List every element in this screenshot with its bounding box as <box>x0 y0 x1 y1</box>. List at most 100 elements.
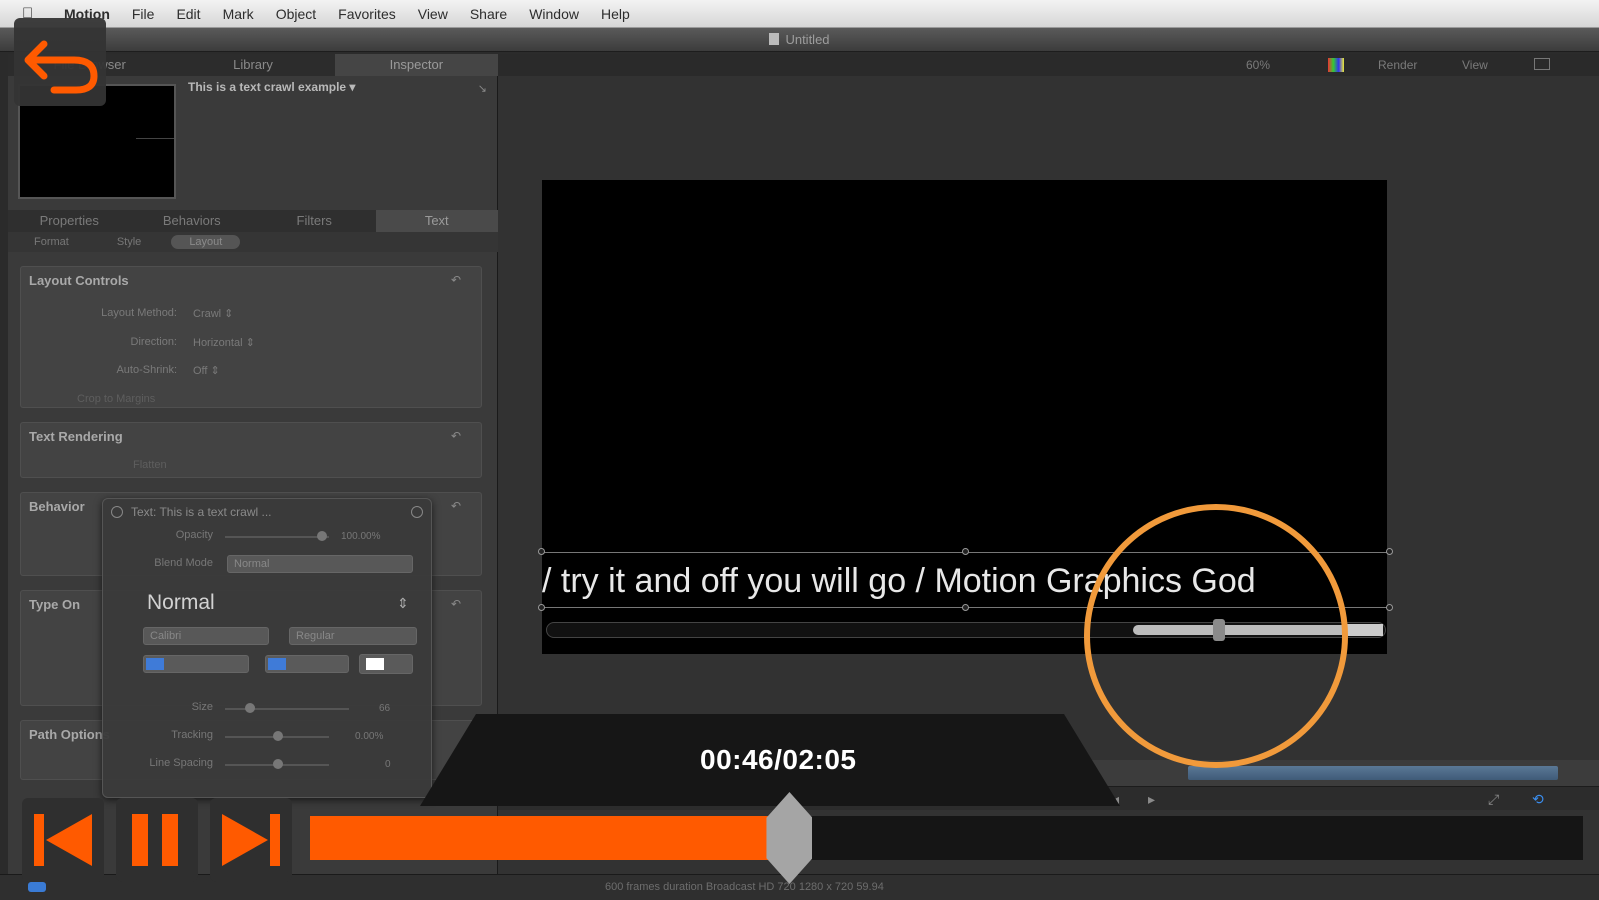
reset-icon[interactable]: ↶ <box>451 429 461 443</box>
justify-icon[interactable] <box>218 658 236 670</box>
layer-name: This is a text crawl example ▾ <box>188 80 356 94</box>
menu-file[interactable]: File <box>132 6 155 22</box>
color-channels-icon[interactable] <box>1328 58 1344 72</box>
tab-text[interactable]: Text <box>375 210 498 232</box>
opacity-label: Opacity <box>175 529 213 541</box>
document-icon <box>769 33 780 45</box>
skip-back-button[interactable] <box>22 798 104 882</box>
auto-shrink-popup[interactable]: Off ⇕ <box>193 364 220 377</box>
tab-properties[interactable]: Properties <box>8 210 131 232</box>
layer-name-text: This is a text crawl example <box>188 80 347 94</box>
font-weight-popup[interactable]: Regular <box>289 627 417 645</box>
bbox-handle-bottom-center[interactable] <box>962 604 969 611</box>
fullscreen-icon[interactable]: ⤢ <box>1488 791 1499 808</box>
zoom-level-popup[interactable]: 60% <box>1246 58 1270 72</box>
alignment-buttons[interactable] <box>143 655 249 673</box>
bbox-handle-top-center[interactable] <box>962 548 969 555</box>
vertical-alignment-buttons[interactable] <box>265 655 349 673</box>
opacity-value[interactable]: 100.00% <box>341 531 380 542</box>
line-spacing-slider-knob[interactable] <box>273 759 283 769</box>
size-value[interactable]: 66 <box>379 703 390 714</box>
tab-behaviors[interactable]: Behaviors <box>131 210 254 232</box>
menu-share[interactable]: Share <box>470 6 507 22</box>
inspector-tabs: Properties Behaviors Filters Text <box>8 210 498 232</box>
blend-mode-popup[interactable]: Normal <box>227 555 413 573</box>
layout-method-popup[interactable]: Crawl ⇕ <box>193 307 233 320</box>
video-progress-played <box>310 816 779 860</box>
font-style-popup[interactable]: Normal <box>147 591 215 615</box>
bbox-handle-bottom-left[interactable] <box>538 604 545 611</box>
pause-button[interactable] <box>116 798 198 882</box>
menu-help[interactable]: Help <box>601 6 630 22</box>
skip-back-icon <box>34 814 92 866</box>
step-buttons[interactable] <box>1347 624 1383 636</box>
menu-favorites[interactable]: Favorites <box>338 6 396 22</box>
view-popup[interactable]: View <box>1462 58 1488 72</box>
back-button[interactable] <box>14 18 106 106</box>
align-bottom-icon[interactable] <box>316 658 334 670</box>
close-icon[interactable] <box>111 506 123 518</box>
skip-forward-button[interactable] <box>210 798 292 882</box>
render-popup[interactable]: Render <box>1378 58 1417 72</box>
tracking-value[interactable]: 0.00% <box>355 731 383 742</box>
pause-icon <box>132 814 178 866</box>
tracking-slider-knob[interactable] <box>273 731 283 741</box>
chevron-updown-icon[interactable]: ⇕ <box>397 595 409 612</box>
bbox-handle-top-left[interactable] <box>538 548 545 555</box>
align-middle-icon[interactable] <box>292 658 310 670</box>
crop-to-margins-checkbox[interactable]: Crop to Margins <box>77 393 155 405</box>
text-rendering-group: Text Rendering ↶ Flatten <box>20 422 482 478</box>
options-icon[interactable] <box>411 506 423 518</box>
direction-popup[interactable]: Horizontal ⇕ <box>193 336 255 349</box>
align-center-icon[interactable] <box>170 658 188 670</box>
tab-library[interactable]: Library <box>171 54 334 76</box>
subtab-layout[interactable]: Layout <box>171 235 241 249</box>
font-weight-value: Regular <box>296 630 335 642</box>
opacity-slider[interactable] <box>225 536 329 538</box>
direction-value: Horizontal <box>193 337 243 349</box>
menu-object[interactable]: Object <box>276 6 316 22</box>
opacity-slider-knob[interactable] <box>317 531 327 541</box>
bbox-handle-top-right[interactable] <box>1386 548 1393 555</box>
menu-view[interactable]: View <box>418 6 448 22</box>
text-color-well[interactable] <box>359 654 413 674</box>
loop-icon[interactable]: ⟲ <box>1532 791 1544 808</box>
subtab-style[interactable]: Style <box>117 236 141 248</box>
align-right-icon[interactable] <box>194 658 212 670</box>
align-left-icon[interactable] <box>146 658 164 670</box>
text-rendering-header: Text Rendering <box>29 429 123 444</box>
skip-forward-icon <box>222 814 280 866</box>
tab-inspector[interactable]: Inspector <box>334 54 498 76</box>
tab-filters[interactable]: Filters <box>253 210 376 232</box>
resize-icon[interactable]: ↘ <box>478 82 487 95</box>
reset-icon[interactable]: ↶ <box>451 597 461 611</box>
flatten-checkbox[interactable]: Flatten <box>133 459 167 471</box>
menu-window[interactable]: Window <box>529 6 579 22</box>
menu-edit[interactable]: Edit <box>176 6 200 22</box>
reset-icon[interactable]: ↶ <box>451 499 461 513</box>
line-spacing-value[interactable]: 0 <box>385 759 391 770</box>
forward-icon[interactable]: ▸ <box>1148 791 1155 808</box>
auto-shrink-label: Auto-Shrink: <box>116 364 177 376</box>
project-info: 600 frames duration Broadcast HD 720 128… <box>605 881 884 893</box>
layout-controls-header: Layout Controls <box>29 273 129 288</box>
font-family-popup[interactable]: Calibri <box>143 627 269 645</box>
size-label: Size <box>191 701 213 713</box>
timeline-clip-bar[interactable] <box>1188 766 1558 780</box>
bbox-handle-bottom-right[interactable] <box>1386 604 1393 611</box>
reset-icon[interactable]: ↶ <box>451 273 461 287</box>
align-top-icon[interactable] <box>268 658 286 670</box>
layout-icon[interactable] <box>1534 58 1550 70</box>
menu-mark[interactable]: Mark <box>223 6 254 22</box>
subtab-format[interactable]: Format <box>34 236 69 248</box>
line-spacing-label: Line Spacing <box>149 757 213 769</box>
video-progress-bar[interactable] <box>310 792 1583 884</box>
blend-mode-value: Normal <box>234 558 270 570</box>
layout-controls-group: Layout Controls ↶ Layout Method: Crawl ⇕… <box>20 266 482 408</box>
text-hud[interactable]: Text: This is a text crawl ... Opacity 1… <box>102 498 432 798</box>
text-subtabs: Format Style Layout <box>8 232 498 252</box>
size-slider[interactable] <box>225 708 349 710</box>
playback-timecode: 00:46/02:05 <box>700 744 857 775</box>
hud-title: Text: This is a text crawl ... <box>131 505 272 519</box>
size-slider-knob[interactable] <box>245 703 255 713</box>
